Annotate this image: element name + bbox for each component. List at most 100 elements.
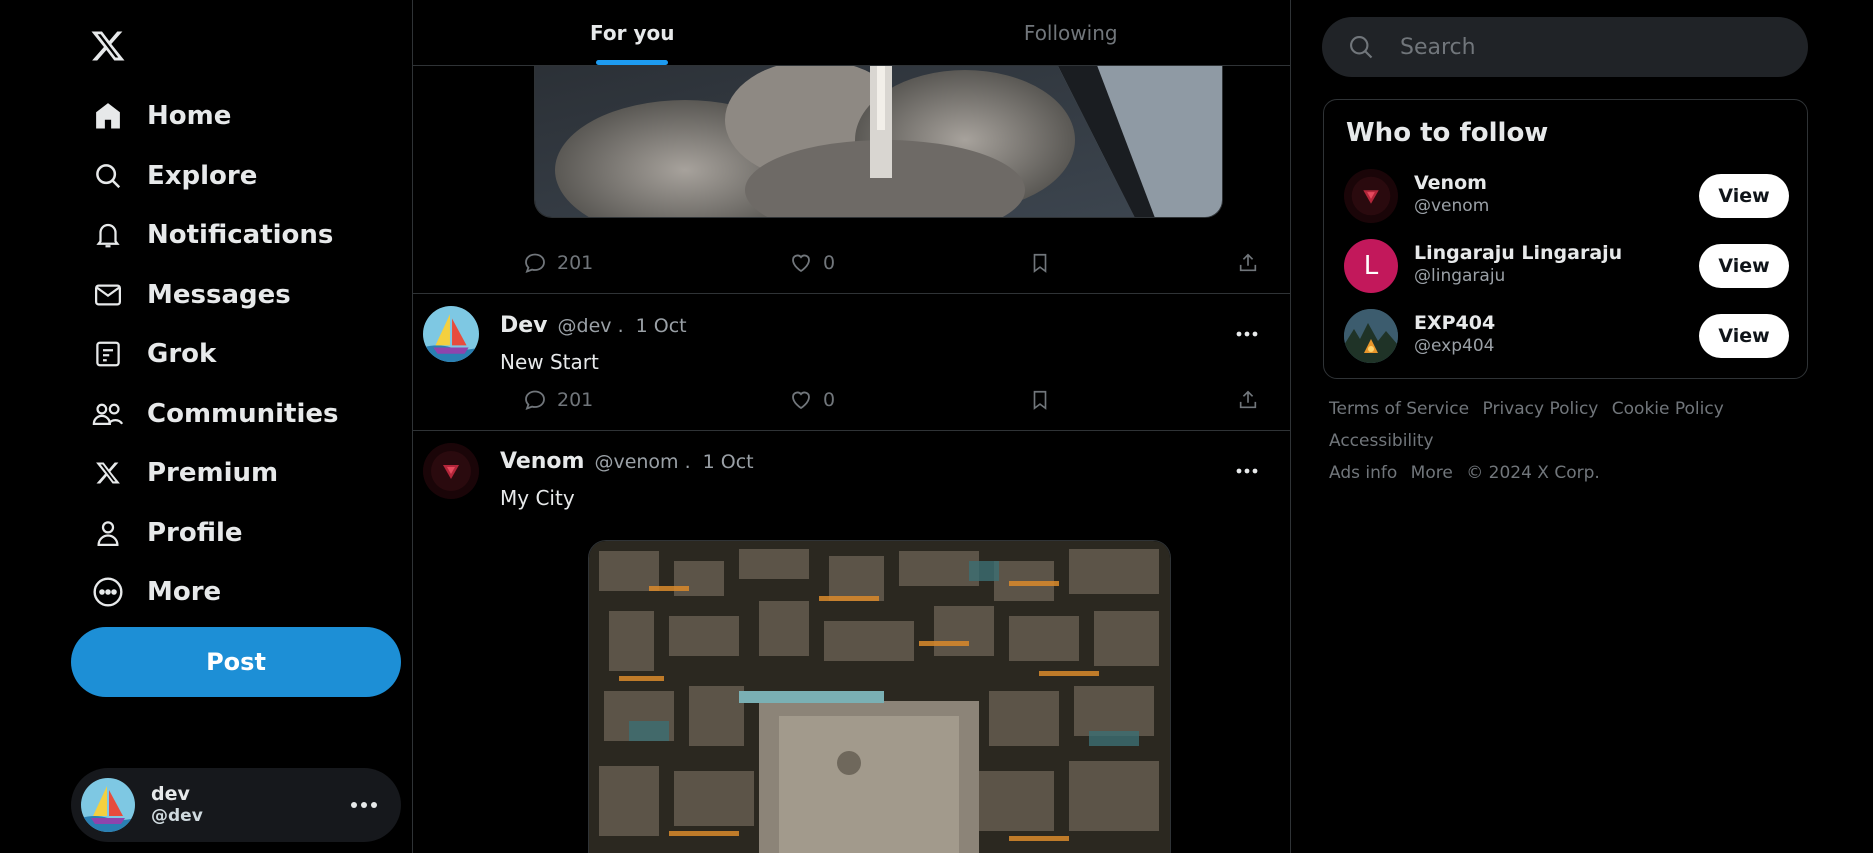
tab-for-you[interactable]: For you — [413, 0, 852, 65]
footer-link-ads-info[interactable]: Ads info — [1329, 463, 1397, 483]
suggestion-name: EXP404 — [1414, 312, 1496, 334]
x-logo-icon — [84, 449, 132, 497]
reply-button[interactable]: 201 — [523, 385, 593, 415]
feed-tabs: For you Following — [413, 0, 1290, 66]
suggestion-handle: @venom — [1414, 195, 1490, 216]
footer-links: Terms of Service Privacy Policy Cookie P… — [1329, 393, 1809, 489]
account-handle: @dev — [151, 806, 203, 827]
nav-item-profile[interactable]: Profile — [84, 505, 243, 561]
follow-suggestion[interactable]: EXP404 @exp404 View — [1344, 306, 1789, 366]
post-image-rocket-launch[interactable] — [534, 60, 1223, 218]
like-button[interactable]: 0 — [789, 248, 835, 278]
reply-count: 201 — [557, 389, 594, 411]
share-button[interactable] — [1237, 385, 1259, 415]
like-count: 0 — [823, 389, 836, 411]
post[interactable]: Venom @venom . 1 Oct My City — [413, 431, 1290, 853]
post-author-handle: @dev . — [557, 315, 624, 337]
reply-button[interactable]: 201 — [523, 248, 593, 278]
nav-label-grok: Grok — [147, 339, 217, 369]
nav-label-notifications: Notifications — [147, 220, 334, 250]
mail-icon — [84, 271, 132, 319]
suggestion-handle: @exp404 — [1414, 335, 1495, 356]
tab-label-following: Following — [1023, 20, 1118, 45]
post-date: 1 Oct — [635, 315, 687, 337]
bookmark-icon — [1033, 390, 1047, 410]
nav-label-explore: Explore — [147, 161, 258, 191]
nav-item-communities[interactable]: Communities — [84, 386, 339, 442]
post-button[interactable]: Post — [71, 627, 401, 697]
search-icon — [84, 152, 132, 200]
tab-following[interactable]: Following — [852, 0, 1291, 65]
avatar[interactable] — [1344, 169, 1398, 223]
people-icon — [84, 390, 132, 438]
nav-label-more: More — [147, 577, 222, 607]
more-icon[interactable] — [1232, 324, 1262, 344]
view-button[interactable]: View — [1699, 174, 1789, 218]
post-header: Dev @dev . 1 Oct — [500, 313, 687, 338]
search-icon — [1346, 32, 1376, 62]
account-switcher[interactable]: dev @dev — [71, 768, 401, 842]
reply-count: 201 — [557, 252, 594, 274]
nav-item-messages[interactable]: Messages — [84, 267, 291, 323]
search-bar[interactable] — [1322, 17, 1808, 77]
x-logo-icon[interactable] — [84, 22, 132, 70]
search-input[interactable] — [1400, 34, 1780, 60]
avatar — [81, 778, 135, 832]
post-text: New Start — [500, 350, 599, 374]
view-button[interactable]: View — [1699, 314, 1789, 358]
footer-copyright: © 2024 X Corp. — [1466, 463, 1600, 483]
nav-item-more[interactable]: More — [84, 564, 221, 620]
footer-link-accessibility[interactable]: Accessibility — [1329, 431, 1434, 451]
bookmark-button[interactable] — [1029, 385, 1051, 415]
nav-label-home: Home — [147, 101, 232, 131]
post-author-name[interactable]: Venom — [500, 449, 584, 474]
heart-icon — [792, 391, 810, 410]
post-text: My City — [500, 486, 575, 510]
who-to-follow-title: Who to follow — [1346, 118, 1549, 148]
footer-link-more[interactable]: More — [1411, 463, 1453, 483]
post-date: 1 Oct — [702, 451, 754, 473]
nav-label-messages: Messages — [147, 280, 291, 310]
person-icon — [84, 509, 132, 557]
suggestion-handle: @lingaraju — [1414, 265, 1506, 286]
share-icon — [1239, 253, 1257, 272]
bell-icon — [84, 211, 132, 259]
nav-item-notifications[interactable]: Notifications — [84, 207, 333, 263]
nav-item-grok[interactable]: Grok — [84, 326, 216, 382]
grok-icon — [84, 330, 132, 378]
footer-link-privacy[interactable]: Privacy Policy — [1483, 399, 1599, 419]
more-icon[interactable] — [1232, 461, 1262, 481]
nav-item-explore[interactable]: Explore — [84, 148, 257, 204]
post-author-handle: @venom . — [594, 451, 691, 473]
post-actions: 201 0 — [509, 385, 1257, 415]
post-header: Venom @venom . 1 Oct — [500, 449, 754, 474]
tab-label-for-you: For you — [590, 20, 675, 45]
footer-link-cookie[interactable]: Cookie Policy — [1612, 399, 1724, 419]
home-icon — [84, 92, 132, 140]
avatar[interactable] — [423, 306, 479, 362]
more-icon[interactable] — [349, 790, 379, 820]
main-feed: For you Following 201 0 Dev @dev . 1 Oct… — [412, 0, 1291, 853]
avatar[interactable]: L — [1344, 239, 1398, 293]
post[interactable]: Dev @dev . 1 Oct New Start 201 0 — [413, 294, 1290, 431]
avatar[interactable] — [423, 443, 479, 499]
nav-label-communities: Communities — [147, 399, 339, 429]
follow-suggestion[interactable]: Venom @venom View — [1344, 166, 1789, 226]
share-button[interactable] — [1237, 248, 1259, 278]
avatar-initial: L — [1363, 251, 1379, 281]
post-author-name[interactable]: Dev — [500, 313, 548, 338]
nav-item-premium[interactable]: Premium — [84, 445, 278, 501]
view-button[interactable]: View — [1699, 244, 1789, 288]
post-actions: 201 0 — [509, 248, 1257, 278]
like-button[interactable]: 0 — [789, 385, 835, 415]
heart-icon — [792, 254, 810, 273]
account-name: dev — [151, 783, 190, 806]
nav-item-home[interactable]: Home — [84, 88, 231, 144]
follow-suggestion[interactable]: L Lingaraju Lingaraju @lingaraju View — [1344, 236, 1789, 296]
comment-icon — [525, 253, 545, 274]
avatar[interactable] — [1344, 309, 1398, 363]
footer-link-terms[interactable]: Terms of Service — [1329, 399, 1469, 419]
nav-label-premium: Premium — [147, 458, 279, 488]
bookmark-button[interactable] — [1029, 248, 1051, 278]
post-image-city-aerial[interactable] — [588, 540, 1171, 853]
